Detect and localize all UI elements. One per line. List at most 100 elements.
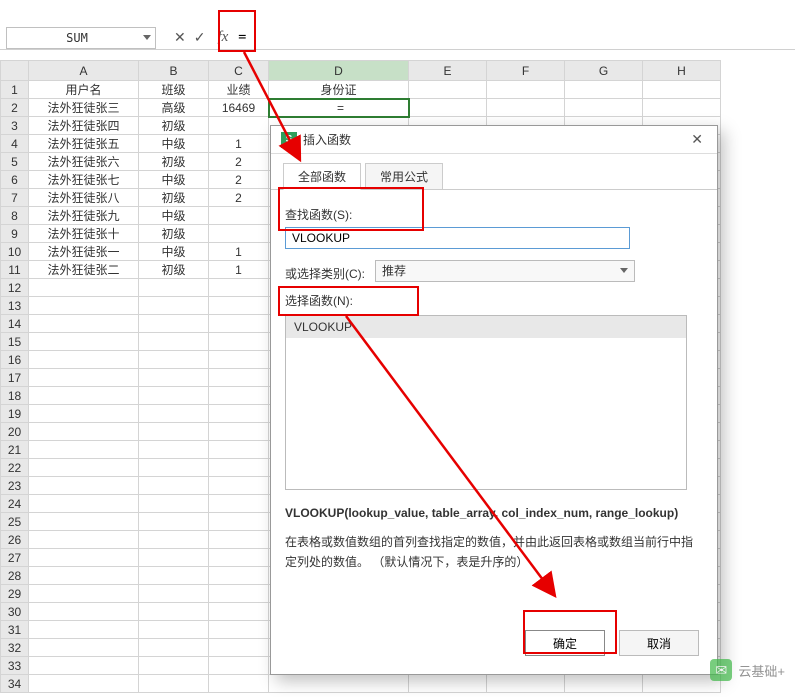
row-header[interactable]: 11	[1, 261, 29, 279]
search-function-input[interactable]	[285, 227, 630, 249]
cell[interactable]	[209, 405, 269, 423]
cell[interactable]	[209, 117, 269, 135]
cell[interactable]: 16469	[209, 99, 269, 117]
col-header-E[interactable]: E	[409, 61, 487, 81]
row-header[interactable]: 17	[1, 369, 29, 387]
cell[interactable]	[139, 639, 209, 657]
cell[interactable]	[139, 441, 209, 459]
cell[interactable]	[409, 99, 487, 117]
cell[interactable]	[209, 675, 269, 693]
cell[interactable]	[139, 387, 209, 405]
row-header[interactable]: 8	[1, 207, 29, 225]
cell[interactable]	[139, 351, 209, 369]
cell[interactable]	[209, 621, 269, 639]
cell[interactable]: 2	[209, 189, 269, 207]
cell[interactable]: 1	[209, 135, 269, 153]
cell[interactable]	[209, 657, 269, 675]
cell[interactable]	[139, 405, 209, 423]
name-box[interactable]: SUM	[6, 27, 156, 49]
cell[interactable]: =	[269, 99, 409, 117]
function-list-item[interactable]: VLOOKUP	[286, 316, 686, 338]
cell[interactable]: 2	[209, 153, 269, 171]
cell[interactable]: 高级	[139, 99, 209, 117]
row-header[interactable]: 6	[1, 171, 29, 189]
cell[interactable]	[209, 441, 269, 459]
tab-all-functions[interactable]: 全部函数	[283, 163, 361, 190]
cell[interactable]: 法外狂徒张九	[29, 207, 139, 225]
row-header[interactable]: 14	[1, 315, 29, 333]
cell[interactable]	[209, 207, 269, 225]
cell[interactable]	[29, 585, 139, 603]
col-header-D[interactable]: D	[269, 61, 409, 81]
cell[interactable]	[29, 423, 139, 441]
col-header-C[interactable]: C	[209, 61, 269, 81]
cell[interactable]	[29, 315, 139, 333]
cell[interactable]: 初级	[139, 153, 209, 171]
cell[interactable]	[209, 423, 269, 441]
cell[interactable]: 初级	[139, 189, 209, 207]
cell[interactable]: 中级	[139, 135, 209, 153]
category-dropdown[interactable]: 推荐	[375, 260, 635, 282]
cell[interactable]: 法外狂徒张七	[29, 171, 139, 189]
row-header[interactable]: 20	[1, 423, 29, 441]
cell[interactable]	[139, 477, 209, 495]
cell[interactable]	[139, 315, 209, 333]
cell[interactable]	[209, 297, 269, 315]
cell[interactable]: 中级	[139, 171, 209, 189]
cell[interactable]: 法外狂徒张八	[29, 189, 139, 207]
cell[interactable]	[29, 351, 139, 369]
cell[interactable]	[209, 225, 269, 243]
cell[interactable]	[209, 477, 269, 495]
row-header[interactable]: 5	[1, 153, 29, 171]
cell[interactable]	[565, 675, 643, 693]
cell[interactable]	[139, 459, 209, 477]
commit-formula-icon[interactable]: ✓	[194, 29, 206, 46]
cell[interactable]	[29, 621, 139, 639]
row-header[interactable]: 12	[1, 279, 29, 297]
cell[interactable]	[139, 423, 209, 441]
cell[interactable]: 法外狂徒张十	[29, 225, 139, 243]
cell[interactable]	[139, 585, 209, 603]
row-header[interactable]: 30	[1, 603, 29, 621]
cell[interactable]: 初级	[139, 261, 209, 279]
cell[interactable]	[643, 675, 721, 693]
row-header[interactable]: 34	[1, 675, 29, 693]
cell[interactable]	[209, 603, 269, 621]
cell[interactable]	[487, 81, 565, 99]
cell[interactable]	[209, 549, 269, 567]
cell[interactable]: 法外狂徒张四	[29, 117, 139, 135]
select-all-corner[interactable]	[1, 61, 29, 81]
row-header[interactable]: 7	[1, 189, 29, 207]
cell[interactable]	[29, 603, 139, 621]
cell[interactable]	[29, 675, 139, 693]
cell[interactable]	[269, 675, 409, 693]
cell[interactable]	[29, 441, 139, 459]
cell[interactable]	[29, 657, 139, 675]
cell[interactable]	[209, 387, 269, 405]
cell[interactable]	[209, 567, 269, 585]
row-header[interactable]: 16	[1, 351, 29, 369]
cell[interactable]	[139, 657, 209, 675]
row-header[interactable]: 21	[1, 441, 29, 459]
row-header[interactable]: 18	[1, 387, 29, 405]
cell[interactable]	[209, 639, 269, 657]
row-header[interactable]: 29	[1, 585, 29, 603]
row-header[interactable]: 1	[1, 81, 29, 99]
cell[interactable]	[139, 675, 209, 693]
cell[interactable]	[29, 639, 139, 657]
cell[interactable]	[29, 459, 139, 477]
cell[interactable]	[29, 513, 139, 531]
cell[interactable]	[487, 99, 565, 117]
cell[interactable]: 班级	[139, 81, 209, 99]
cell[interactable]	[409, 81, 487, 99]
cell[interactable]	[139, 333, 209, 351]
cell[interactable]	[139, 567, 209, 585]
cell[interactable]	[29, 477, 139, 495]
row-header[interactable]: 9	[1, 225, 29, 243]
col-header-B[interactable]: B	[139, 61, 209, 81]
row-header[interactable]: 33	[1, 657, 29, 675]
row-header[interactable]: 3	[1, 117, 29, 135]
cell[interactable]	[139, 495, 209, 513]
cell[interactable]	[209, 585, 269, 603]
cell[interactable]	[29, 369, 139, 387]
